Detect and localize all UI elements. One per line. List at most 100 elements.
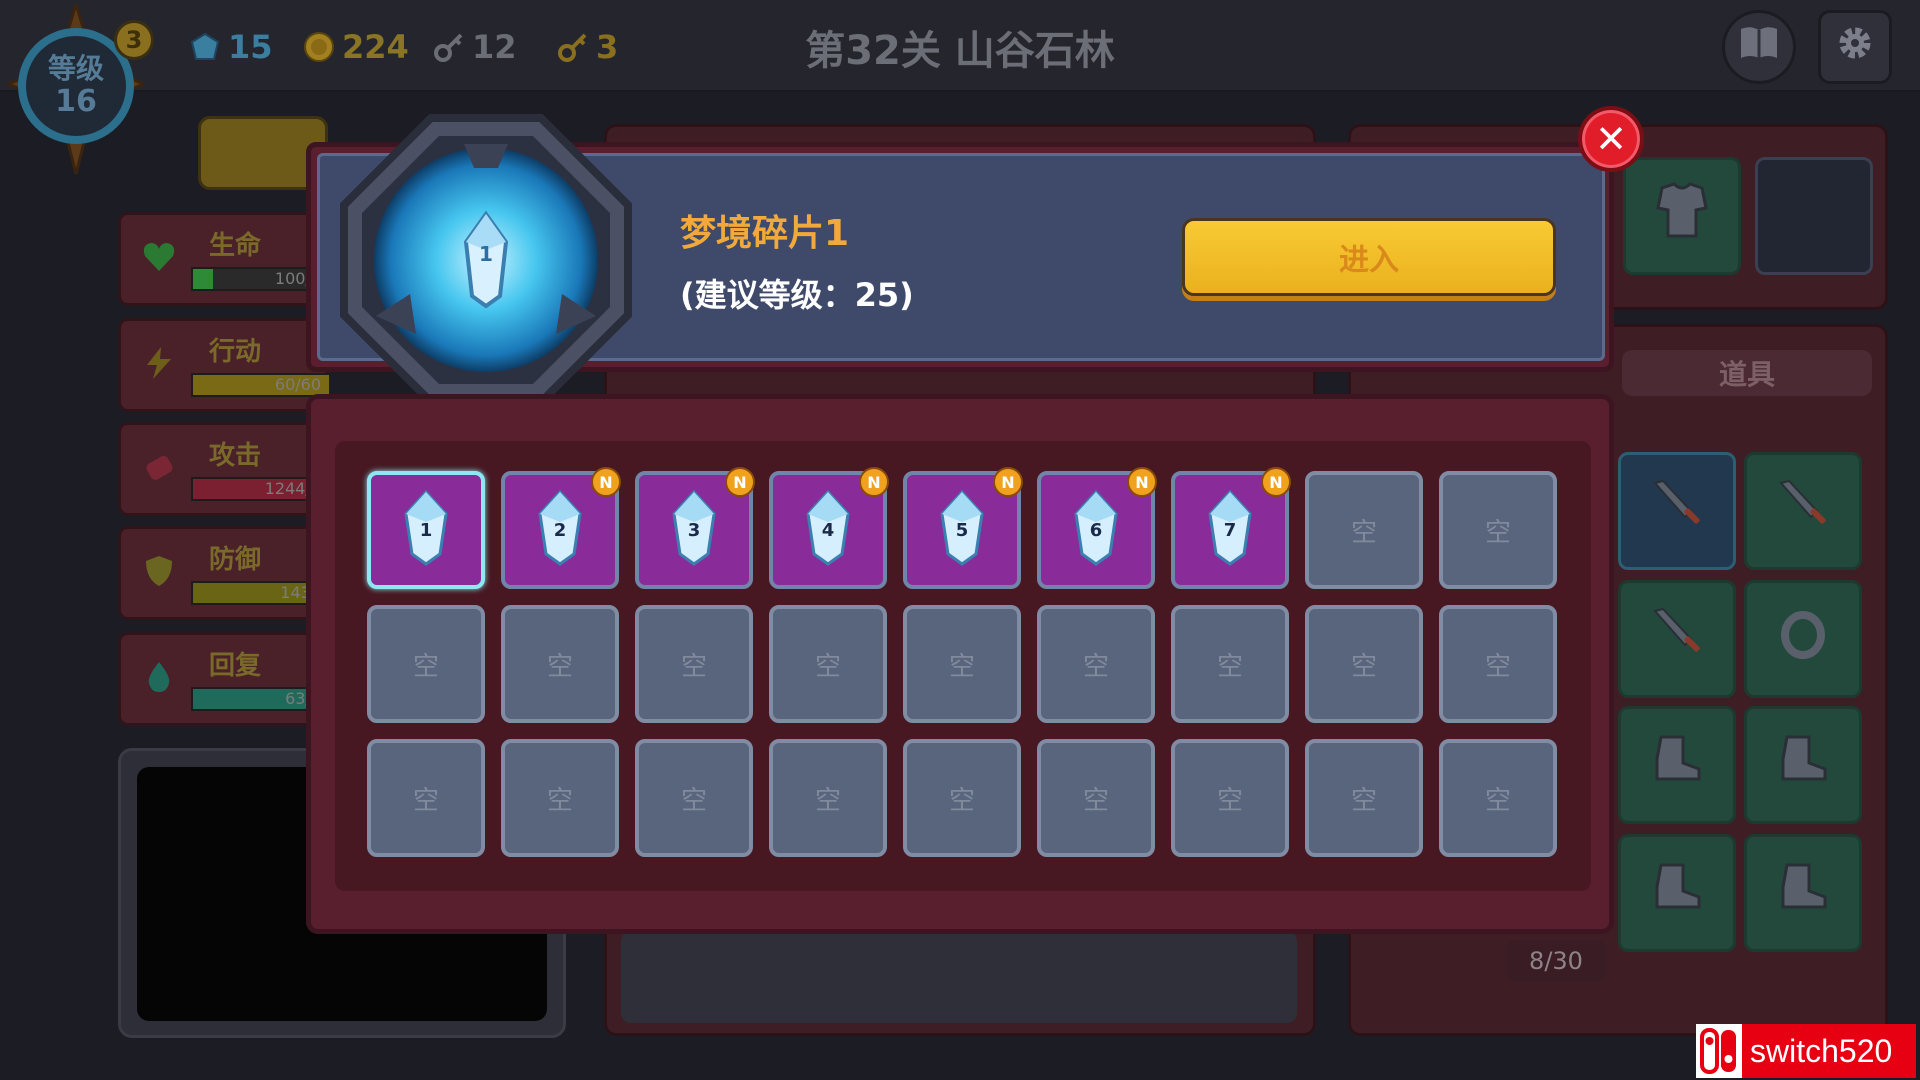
empty-slot[interactable]: 空 [635, 605, 753, 723]
fragment-number: 1 [419, 519, 433, 541]
fragment-slot[interactable]: 6N [1037, 467, 1157, 589]
stat-value: 60/60 [274, 375, 321, 394]
gem-counter: 15 [188, 24, 273, 70]
gold-key-count: 3 [596, 28, 619, 66]
armor-slot[interactable] [1623, 157, 1741, 275]
empty-slot[interactable]: 空 [1439, 605, 1557, 723]
empty-slot[interactable]: 空 [367, 739, 485, 857]
inventory-count: 8/30 [1506, 940, 1606, 982]
inventory-slot[interactable] [1618, 834, 1736, 952]
inventory-slot[interactable] [1618, 706, 1736, 824]
coin-icon [302, 30, 336, 64]
fragment-grid: 12N3N4N5N6N7N空空空空空空空空空空空空空空空空空空空空 [335, 441, 1591, 891]
stage-title: 第32关 山谷石林 [805, 28, 1115, 74]
gold-counter: 224 [302, 24, 409, 70]
ring-icon [1773, 603, 1833, 675]
empty-slot[interactable]: 空 [1037, 739, 1155, 857]
empty-slot[interactable]: 空 [1037, 605, 1155, 723]
boot-icon [1773, 857, 1833, 929]
center-log-area [621, 931, 1297, 1023]
empty-slot-label: 空 [1484, 651, 1511, 682]
empty-slot-label: 空 [680, 651, 707, 682]
empty-slot[interactable]: 空 [1439, 471, 1557, 589]
empty-slot[interactable]: 空 [1171, 605, 1289, 723]
dungeon-name: 梦境碎片1 [680, 213, 850, 254]
codex-button[interactable] [1722, 10, 1796, 84]
portal-number: 1 [479, 242, 493, 266]
stat-row: 回复 63/6 [118, 632, 331, 726]
empty-slot-label: 空 [1350, 785, 1377, 816]
stat-bar: 60/60 [191, 373, 331, 397]
empty-slot[interactable]: 空 [501, 739, 619, 857]
empty-slot-label: 空 [546, 785, 573, 816]
close-icon: ✕ [1595, 117, 1627, 161]
empty-slot-label: 空 [680, 785, 707, 816]
gold-count: 224 [342, 28, 409, 66]
empty-slot[interactable]: 空 [1305, 739, 1423, 857]
fragment-slot[interactable]: 5N [903, 467, 1023, 589]
inventory-slot[interactable] [1744, 452, 1862, 570]
new-badge: N [725, 467, 755, 497]
empty-slot-label: 空 [412, 651, 439, 682]
boot-icon [1647, 857, 1707, 929]
fragment-slot[interactable]: 2N [501, 467, 621, 589]
sword-icon [1647, 475, 1707, 547]
empty-slot-label: 空 [814, 651, 841, 682]
gold-key-counter: 3 [556, 24, 618, 70]
inventory-slot[interactable] [1744, 834, 1862, 952]
empty-slot-label: 空 [1082, 651, 1109, 682]
inventory-slot[interactable] [1618, 580, 1736, 698]
inventory-slot[interactable] [1744, 580, 1862, 698]
armor-icon [1650, 178, 1714, 254]
silver-key-count: 12 [472, 28, 517, 66]
empty-slot[interactable]: 空 [1305, 471, 1423, 589]
enter-button[interactable]: 进入 [1182, 218, 1556, 296]
lightning-icon [141, 345, 177, 381]
empty-equip-slot[interactable] [1755, 157, 1873, 275]
fragment-slot[interactable]: 3N [635, 467, 755, 589]
drop-icon [141, 659, 177, 695]
empty-slot-label: 空 [814, 785, 841, 816]
boot-icon [1647, 729, 1707, 801]
fragment-slot[interactable]: 7N [1171, 467, 1291, 589]
empty-slot[interactable]: 空 [903, 605, 1021, 723]
dream-portal-emblem: 1 [336, 110, 636, 410]
tab-items[interactable]: 道具 [1622, 350, 1872, 396]
new-badge: N [1261, 467, 1291, 497]
empty-slot-label: 空 [1082, 785, 1109, 816]
silver-key-counter: 12 [432, 24, 517, 70]
stat-label: 回复 [209, 651, 262, 681]
stat-label: 行动 [209, 337, 262, 367]
gem-count: 15 [228, 28, 273, 66]
empty-slot[interactable]: 空 [635, 739, 753, 857]
level-label: 等级 [47, 52, 104, 85]
stat-label: 生命 [209, 231, 262, 261]
inventory-slot[interactable] [1618, 452, 1736, 570]
gear-icon [1835, 23, 1875, 72]
empty-slot-label: 空 [1350, 517, 1377, 548]
settings-button[interactable] [1818, 10, 1892, 84]
recommended-level: (建议等级：25) [680, 276, 914, 314]
watermark-text: switch520 [1750, 1032, 1893, 1069]
stat-row: 生命 100/1 [118, 212, 331, 306]
empty-slot[interactable]: 空 [1171, 739, 1289, 857]
empty-slot-label: 空 [1350, 651, 1377, 682]
empty-slot[interactable]: 空 [367, 605, 485, 723]
fragment-slot[interactable]: 1 [367, 471, 485, 589]
empty-slot[interactable]: 空 [1305, 605, 1423, 723]
stat-row: 行动 60/60 [118, 318, 331, 412]
empty-slot[interactable]: 空 [769, 605, 887, 723]
inventory-slot[interactable] [1744, 706, 1862, 824]
empty-slot[interactable]: 空 [769, 739, 887, 857]
empty-slot-label: 空 [1484, 785, 1511, 816]
empty-slot[interactable]: 空 [903, 739, 1021, 857]
switch-logo-icon [1696, 1024, 1742, 1078]
new-badge: N [1127, 467, 1157, 497]
silver-key-icon [432, 30, 466, 64]
watermark: switch520 [1696, 1024, 1916, 1078]
empty-slot[interactable]: 空 [501, 605, 619, 723]
close-button[interactable]: ✕ [1578, 106, 1644, 172]
empty-slot-label: 空 [546, 651, 573, 682]
empty-slot[interactable]: 空 [1439, 739, 1557, 857]
fragment-slot[interactable]: 4N [769, 467, 889, 589]
